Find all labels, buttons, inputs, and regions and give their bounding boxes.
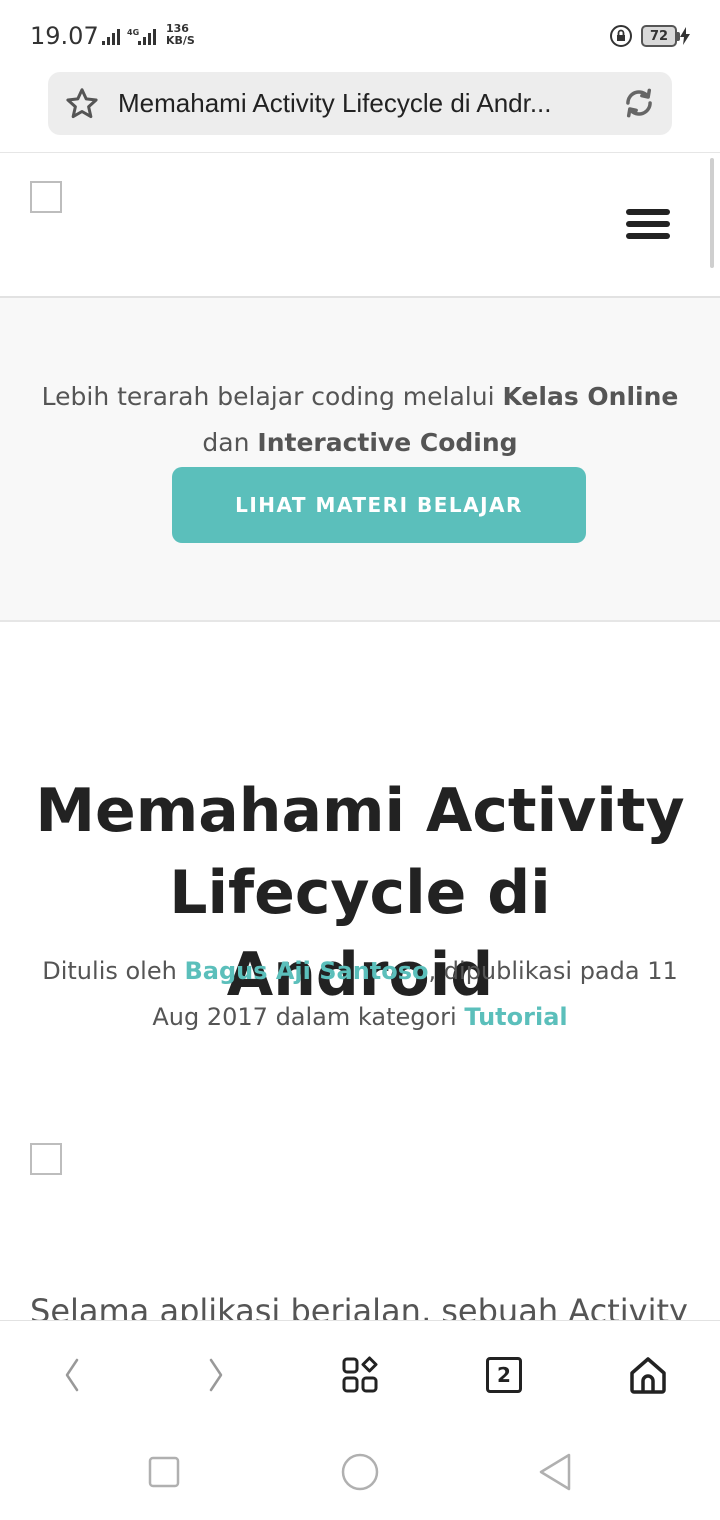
- recents-icon[interactable]: [144, 1452, 184, 1492]
- promo-highlight-kelas-online: Kelas Online: [502, 382, 679, 411]
- category-link[interactable]: Tutorial: [464, 1003, 567, 1031]
- promo-text-prefix: Lebih terarah belajar coding melalui: [41, 382, 503, 411]
- site-logo-image[interactable]: [30, 181, 62, 213]
- lihat-materi-button[interactable]: LIHAT MATERI BELAJAR: [172, 467, 586, 543]
- status-time: 19.07: [30, 22, 99, 50]
- chevron-right-icon: [209, 1358, 223, 1392]
- promo-text-middle: dan: [202, 428, 258, 457]
- status-bar: 19.07 4G 136 KB/S 72: [0, 0, 720, 70]
- back-button[interactable]: [48, 1351, 96, 1399]
- apps-button[interactable]: [336, 1351, 384, 1399]
- chevron-left-icon: [65, 1358, 79, 1392]
- battery-icon: 72: [641, 25, 690, 47]
- status-right: 72: [609, 24, 690, 48]
- charging-icon: [680, 27, 690, 45]
- url-bar[interactable]: Memahami Activity Lifecycle di Andr...: [48, 72, 672, 135]
- url-title[interactable]: Memahami Activity Lifecycle di Andr...: [118, 72, 598, 135]
- bookmark-star-icon[interactable]: [64, 86, 100, 122]
- author-link[interactable]: Bagus Aji Santoso: [184, 957, 428, 985]
- apps-grid-icon: [342, 1356, 378, 1393]
- network-type: 4G: [127, 28, 139, 37]
- article-meta: Ditulis oleh Bagus Aji Santoso, dipublik…: [30, 948, 690, 1040]
- promo-text: Lebih terarah belajar coding melalui Kel…: [20, 374, 700, 466]
- forward-button[interactable]: [192, 1351, 240, 1399]
- site-header: [0, 153, 720, 298]
- scrollbar[interactable]: [710, 158, 714, 268]
- reload-icon[interactable]: [620, 84, 658, 122]
- menu-icon[interactable]: [626, 209, 670, 243]
- promo-banner: Lebih terarah belajar coding melalui Kel…: [0, 298, 720, 622]
- article-body: Selama aplikasi berjalan, sebuah Activit…: [30, 1292, 688, 1320]
- back-triangle-icon[interactable]: [536, 1452, 576, 1492]
- battery-level: 72: [641, 25, 677, 47]
- system-navigation-bar: [0, 1424, 720, 1520]
- promo-highlight-interactive-coding: Interactive Coding: [257, 428, 518, 457]
- rotation-lock-icon: [610, 25, 632, 47]
- article-image: [30, 1143, 62, 1175]
- home-circle-icon[interactable]: [340, 1452, 380, 1492]
- home-icon: [630, 1357, 666, 1394]
- signal-icon: 4G: [102, 28, 156, 45]
- meta-prefix: Ditulis oleh: [42, 957, 185, 985]
- browser-toolbar: 2: [0, 1320, 720, 1424]
- tab-count: 2: [486, 1357, 522, 1393]
- tabs-button[interactable]: 2: [480, 1351, 528, 1399]
- network-speed-unit: KB/S: [166, 34, 195, 47]
- network-speed: 136 KB/S: [166, 23, 195, 47]
- home-button[interactable]: [624, 1351, 672, 1399]
